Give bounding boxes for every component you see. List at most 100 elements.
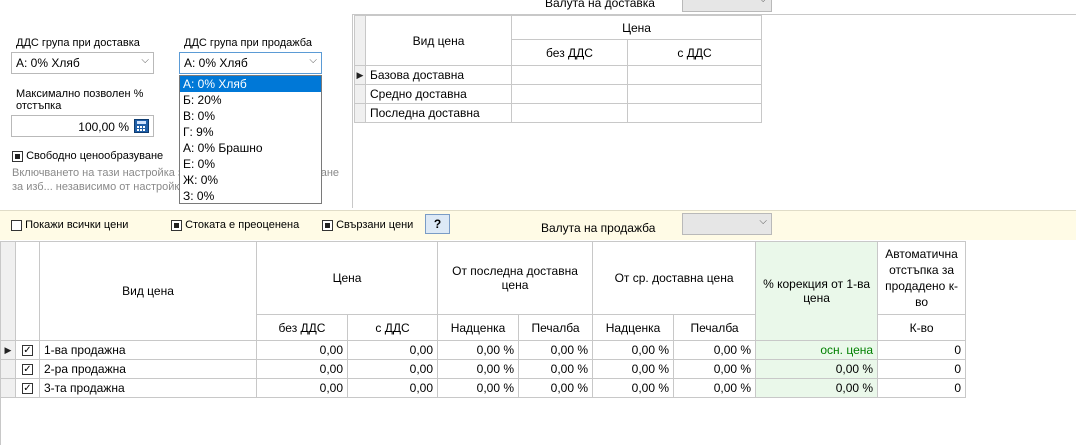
row-checkbox[interactable]: ✓ bbox=[15, 359, 40, 379]
table-row[interactable]: ▶ Базова доставна bbox=[354, 65, 763, 85]
price-type-cell: 1-ва продажна bbox=[39, 340, 257, 360]
dropdown-option[interactable]: Б: 20% bbox=[180, 92, 321, 108]
with-vat-cell[interactable] bbox=[626, 84, 763, 104]
dropdown-option[interactable]: А: 0% Брашно bbox=[180, 140, 321, 156]
check-column-header bbox=[15, 241, 40, 341]
no-vat-cell[interactable] bbox=[511, 65, 628, 85]
last-profit-cell[interactable]: 0,00 % bbox=[518, 340, 594, 360]
discount-input[interactable]: 100,00 % bbox=[11, 115, 154, 137]
item-revalued-label: Стоката е преоценена bbox=[185, 219, 300, 231]
dropdown-option[interactable]: Е: 0% bbox=[180, 156, 321, 172]
row-checkbox[interactable]: ✓ bbox=[15, 340, 40, 360]
linked-prices-row[interactable]: Свързани цени bbox=[322, 219, 413, 231]
price-type-cell: Базова доставна bbox=[365, 65, 512, 85]
correction-cell[interactable]: осн. цена bbox=[755, 340, 879, 360]
table-row[interactable]: ✓ 3-та продажна 0,00 0,00 0,00 % 0,00 % … bbox=[0, 378, 967, 398]
dropdown-option[interactable]: Ж: 0% bbox=[180, 172, 321, 188]
linked-prices-checkbox[interactable] bbox=[322, 219, 333, 231]
avg-markup-cell[interactable]: 0,00 % bbox=[592, 359, 675, 379]
col-price-header: Цена bbox=[510, 15, 763, 40]
show-all-prices-label: Покажи всички цени bbox=[25, 219, 129, 231]
col-with-vat-header: с ДДС bbox=[626, 39, 763, 66]
dropdown-option[interactable]: З: 0% bbox=[180, 188, 321, 204]
dropdown-option[interactable]: А: 0% Хляб bbox=[180, 76, 321, 92]
options-bar bbox=[0, 210, 1076, 240]
delivery-currency-select[interactable]: ⌵ bbox=[682, 0, 772, 12]
show-all-prices-row[interactable]: Покажи всички цени bbox=[11, 219, 128, 231]
row-selector[interactable] bbox=[354, 103, 366, 123]
chevron-down-icon: ⌵ bbox=[759, 216, 767, 227]
row-pointer-icon[interactable]: ▶ bbox=[0, 340, 16, 360]
row-selector[interactable] bbox=[354, 84, 366, 104]
last-profit-cell[interactable]: 0,00 % bbox=[518, 378, 594, 398]
sale-currency-select[interactable]: ⌵ bbox=[682, 213, 772, 235]
with-vat-cell[interactable]: 0,00 bbox=[346, 359, 439, 379]
col-auto-discount-header: Автоматична отстъпка за продадено к-во bbox=[877, 241, 967, 315]
sale-vat-dropdown-list: А: 0% Хляб Б: 20% В: 0% Г: 9% А: 0% Браш… bbox=[179, 75, 322, 204]
sale-vat-label: ДДС група при продажба bbox=[184, 37, 312, 49]
last-markup-cell[interactable]: 0,00 % bbox=[437, 340, 520, 360]
discount-label: Максимално позволен % отстъпка bbox=[16, 88, 144, 112]
help-button[interactable]: ? bbox=[425, 214, 450, 234]
with-vat-cell[interactable]: 0,00 bbox=[346, 378, 439, 398]
avg-markup-cell[interactable]: 0,00 % bbox=[592, 378, 675, 398]
show-all-prices-checkbox[interactable] bbox=[11, 219, 22, 231]
col-last-markup-header: Надценка bbox=[437, 314, 520, 341]
avg-profit-cell[interactable]: 0,00 % bbox=[673, 378, 757, 398]
col-price-header: Цена bbox=[255, 241, 439, 315]
last-markup-cell[interactable]: 0,00 % bbox=[437, 359, 520, 379]
correction-cell[interactable]: 0,00 % bbox=[755, 378, 879, 398]
no-vat-cell[interactable]: 0,00 bbox=[256, 378, 348, 398]
correction-cell[interactable]: 0,00 % bbox=[755, 359, 879, 379]
no-vat-cell[interactable] bbox=[511, 103, 628, 123]
row-pointer-icon[interactable]: ▶ bbox=[354, 65, 366, 85]
item-revalued-checkbox[interactable] bbox=[171, 219, 182, 231]
dropdown-option[interactable]: Г: 9% bbox=[180, 124, 321, 140]
delivery-price-grid: Вид цена Цена без ДДС с ДДС ▶ Базова дос… bbox=[354, 15, 763, 123]
avg-profit-cell[interactable]: 0,00 % bbox=[673, 340, 757, 360]
last-markup-cell[interactable]: 0,00 % bbox=[437, 378, 520, 398]
row-checkbox[interactable]: ✓ bbox=[15, 378, 40, 398]
row-selector[interactable] bbox=[0, 378, 16, 398]
last-profit-cell[interactable]: 0,00 % bbox=[518, 359, 594, 379]
free-pricing-checkbox[interactable] bbox=[12, 150, 23, 162]
chevron-down-icon: ⌵ bbox=[141, 55, 149, 66]
no-vat-cell[interactable]: 0,00 bbox=[256, 359, 348, 379]
delivery-vat-select[interactable]: А: 0% Хляб ⌵ bbox=[11, 52, 154, 74]
delivery-vat-value: А: 0% Хляб bbox=[16, 56, 80, 70]
col-qty-header: К-во bbox=[877, 314, 967, 341]
avg-profit-cell[interactable]: 0,00 % bbox=[673, 359, 757, 379]
sale-price-grid: Вид цена Цена От последна доставна цена … bbox=[0, 241, 967, 398]
col-no-vat-header: без ДДС bbox=[256, 314, 348, 341]
table-row[interactable]: Последна доставна bbox=[354, 103, 763, 123]
table-row[interactable]: ✓ 2-ра продажна 0,00 0,00 0,00 % 0,00 % … bbox=[0, 359, 967, 379]
price-type-cell: Средно доставна bbox=[365, 84, 512, 104]
free-pricing-row[interactable]: Свободно ценообразуване bbox=[12, 150, 163, 162]
row-selector-header bbox=[0, 241, 16, 341]
table-row[interactable]: ▶ ✓ 1-ва продажна 0,00 0,00 0,00 % 0,00 … bbox=[0, 340, 967, 360]
no-vat-cell[interactable] bbox=[511, 84, 628, 104]
free-pricing-label: Свободно ценообразуване bbox=[26, 150, 164, 162]
sale-currency-label: Валута на продажба bbox=[541, 221, 656, 235]
price-type-cell: Последна доставна bbox=[365, 103, 512, 123]
dropdown-option[interactable]: В: 0% bbox=[180, 108, 321, 124]
delivery-currency-label: Валута на доставка bbox=[545, 0, 655, 10]
col-with-vat-header: с ДДС bbox=[346, 314, 439, 341]
table-row[interactable]: Средно доставна bbox=[354, 84, 763, 104]
item-revalued-row[interactable]: Стоката е преоценена bbox=[171, 219, 299, 231]
with-vat-cell[interactable] bbox=[626, 65, 763, 85]
qty-cell[interactable]: 0 bbox=[877, 340, 967, 360]
row-selector[interactable] bbox=[0, 359, 16, 379]
chevron-down-icon: ⌵ bbox=[309, 55, 317, 66]
qty-cell[interactable]: 0 bbox=[877, 378, 967, 398]
avg-markup-cell[interactable]: 0,00 % bbox=[592, 340, 675, 360]
qty-cell[interactable]: 0 bbox=[877, 359, 967, 379]
col-type-header: Вид цена bbox=[365, 15, 512, 66]
calculator-icon[interactable] bbox=[134, 119, 149, 133]
discount-value: 100,00 % bbox=[78, 120, 129, 134]
row-selector-header bbox=[354, 15, 366, 66]
no-vat-cell[interactable]: 0,00 bbox=[256, 340, 348, 360]
sale-vat-select[interactable]: А: 0% Хляб ⌵ bbox=[179, 52, 322, 74]
with-vat-cell[interactable] bbox=[626, 103, 763, 123]
with-vat-cell[interactable]: 0,00 bbox=[346, 340, 439, 360]
